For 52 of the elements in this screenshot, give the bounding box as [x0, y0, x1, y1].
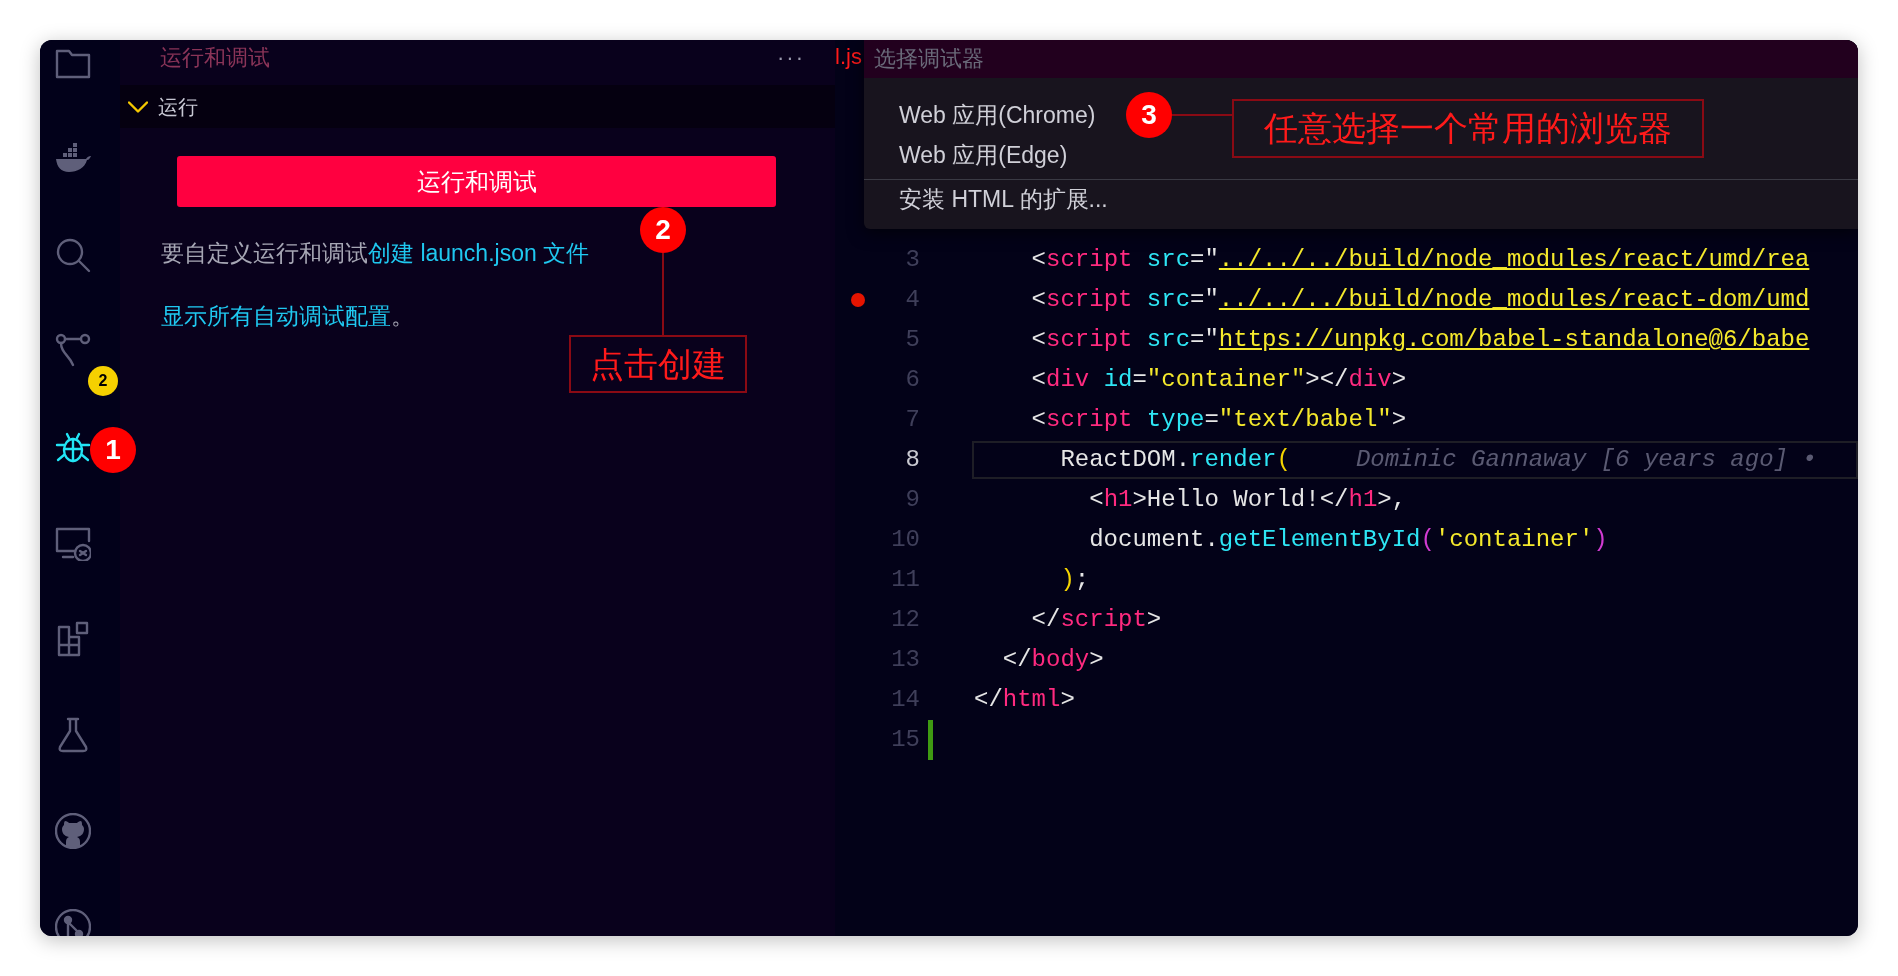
line-number: 7: [904, 405, 920, 435]
leader-line: [1172, 114, 1232, 116]
branch-icon[interactable]: [55, 333, 91, 369]
line-number: 4: [904, 285, 920, 315]
line-number: 13: [890, 645, 920, 675]
sidebar-title: 运行和调试: [160, 43, 270, 72]
line-number: 8: [904, 445, 920, 475]
section-header[interactable]: 运行: [120, 85, 835, 128]
code-line: <div id="container"></div>: [1030, 365, 1407, 395]
line-number: 9: [904, 485, 920, 515]
code-line: </script>: [1030, 605, 1162, 635]
search-icon[interactable]: [55, 237, 91, 273]
annotation-label: 点击创建: [569, 335, 747, 393]
code-line: document.getElementById('container'): [1088, 525, 1608, 555]
blame-annotation: Dominic Gannaway [6 years ago] •: [1355, 445, 1817, 475]
code-line: <script type="text/babel">: [1030, 405, 1407, 435]
pull-request-icon[interactable]: [55, 909, 91, 936]
menu-item[interactable]: 安装 HTML 的扩展...: [899, 182, 1108, 217]
code-line: ReactDOM.render(: [1059, 445, 1291, 475]
more-actions-icon[interactable]: ···: [777, 40, 805, 74]
annotation-label: 任意选择一个常用的浏览器: [1232, 99, 1704, 158]
code-line: </html>: [974, 685, 1075, 715]
description-text: 显示所有自动调试配置。: [161, 302, 415, 331]
count-badge: 2: [88, 366, 118, 396]
step-number-badge: 1: [90, 427, 136, 473]
code-line: </body>: [1001, 645, 1104, 675]
line-number: 3: [904, 245, 920, 275]
menu-item[interactable]: Web 应用(Edge): [899, 137, 1068, 173]
code-line: <h1>Hello World!</h1>,: [1088, 485, 1407, 515]
line-number: 15: [890, 725, 920, 755]
line-number: 11: [890, 565, 920, 595]
search-field[interactable]: 选择调试器: [864, 40, 1858, 78]
line-number: 14: [890, 685, 920, 715]
line-number: 12: [890, 605, 920, 635]
monitor-icon[interactable]: [55, 525, 91, 561]
code-line: <script src="../../../build/node_modules/react/umd/rea: [1030, 245, 1810, 275]
link[interactable]: 创建 launch.json 文件: [368, 240, 590, 266]
code-line: <script src="https://unpkg.com/babel-standalone@6/babe: [1030, 325, 1810, 355]
run-and-debug-button[interactable]: 运行和调试: [177, 156, 776, 207]
tab-label[interactable]: l.js: [835, 40, 862, 73]
code-line: );: [1059, 565, 1090, 595]
description-text: 要自定义运行和调试创建 launch.json 文件: [161, 239, 591, 268]
code-line: <script src="../../../build/node_modules/react-dom/umd: [1030, 285, 1810, 315]
github-icon[interactable]: [55, 813, 91, 849]
menu-item[interactable]: Web 应用(Chrome): [899, 97, 1096, 133]
step-number-badge: 3: [1126, 92, 1172, 138]
step-number-badge: 2: [640, 207, 686, 253]
line-number: 6: [904, 365, 920, 395]
extensions-icon[interactable]: [55, 621, 91, 657]
line-number: 10: [890, 525, 920, 555]
line-number: 5: [904, 325, 920, 355]
link[interactable]: 显示所有自动调试配置: [161, 303, 391, 329]
